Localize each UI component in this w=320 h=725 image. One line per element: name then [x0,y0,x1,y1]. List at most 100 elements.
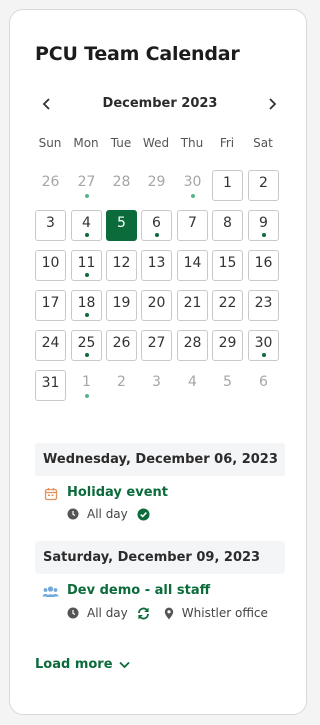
calendar-icon [44,488,58,501]
weekday-header: Thu [180,136,204,150]
calendar-day[interactable]: 26 [106,330,137,361]
day-number: 16 [254,255,273,271]
refresh-icon [137,607,149,619]
next-month-button[interactable] [262,94,282,114]
calendar-day[interactable]: 14 [177,250,208,281]
day-number: 14 [183,255,202,271]
calendar-day[interactable]: 27 [141,330,172,361]
calendar-day[interactable]: 6 [141,210,172,241]
day-number: 25 [77,335,96,351]
event-indicator-dot [84,273,89,277]
calendar-day[interactable]: 13 [141,250,172,281]
day-number: 10 [41,255,60,271]
calendar-day[interactable]: 9 [248,210,279,241]
day-number: 26 [41,174,60,190]
calendar-day[interactable]: 18 [71,290,102,321]
calendar-day-outside: 3 [141,370,172,401]
day-number: 30 [183,174,202,190]
event-indicator-dot [84,353,89,357]
calendar-day[interactable]: 2 [248,170,279,201]
calendar-day-outside: 6 [248,370,279,401]
day-number: 27 [77,174,96,190]
load-more-button[interactable]: Load more [35,657,130,672]
day-number: 28 [112,174,131,190]
day-number: 7 [188,215,197,231]
day-number: 9 [259,215,268,231]
calendar-day[interactable]: 15 [212,250,243,281]
day-number: 5 [223,374,232,390]
calendar-day-outside: 4 [177,370,208,401]
day-number: 15 [218,255,237,271]
calendar-day[interactable]: 12 [106,250,137,281]
day-number: 2 [259,175,268,191]
day-number: 26 [112,335,131,351]
calendar-day[interactable]: 16 [248,250,279,281]
day-number: 20 [147,295,166,311]
weekday-header: Wed [142,136,170,150]
month-label: December 2023 [102,96,218,111]
day-number: 4 [82,215,91,231]
day-number: 5 [117,215,126,231]
day-number: 19 [112,295,131,311]
day-number: 2 [117,374,126,390]
day-number: 4 [188,374,197,390]
calendar-day[interactable]: 24 [35,330,66,361]
calendar-day-outside: 28 [106,170,137,201]
clock-icon [67,607,79,619]
calendar-day[interactable]: 20 [141,290,172,321]
calendar-day[interactable]: 17 [35,290,66,321]
calendar-day[interactable]: 11 [71,250,102,281]
calendar-day-selected[interactable]: 5 [106,210,137,241]
day-number: 1 [223,175,232,191]
map-pin-icon [164,607,173,619]
calendar-day-outside: 2 [106,370,137,401]
day-number: 24 [41,335,60,351]
calendar-day-outside: 27 [71,170,102,201]
calendar-day[interactable]: 23 [248,290,279,321]
event-meta: All day [67,507,150,521]
calendar-day[interactable]: 3 [35,210,66,241]
day-number: 6 [259,374,268,390]
event-time: All day [87,606,128,620]
calendar-day[interactable]: 22 [212,290,243,321]
day-number: 23 [254,295,273,311]
calendar-day[interactable]: 10 [35,250,66,281]
day-number: 13 [147,255,166,271]
calendar-day[interactable]: 28 [177,330,208,361]
calendar-card: PCU Team Calendar December 2023 Sun Mon Tu… [9,9,307,715]
event-indicator-dot [261,233,266,237]
event-indicator-dot [84,233,89,237]
chevron-right-icon [269,98,277,110]
calendar-day[interactable]: 19 [106,290,137,321]
day-number: 6 [152,215,161,231]
users-icon [42,586,59,597]
calendar-day[interactable]: 1 [212,170,243,201]
weekday-header: Sun [38,136,62,150]
chevron-left-icon [42,98,50,110]
calendar-day[interactable]: 7 [177,210,208,241]
calendar-day[interactable]: 21 [177,290,208,321]
event-indicator-dot [261,353,266,357]
load-more-label: Load more [35,657,113,672]
calendar-day[interactable]: 8 [212,210,243,241]
day-number: 17 [41,295,60,311]
event-indicator-dot [84,394,89,398]
agenda-date-header: Saturday, December 09, 2023 [35,541,285,574]
day-number: 31 [41,375,60,391]
calendar-day[interactable]: 29 [212,330,243,361]
weekday-header: Fri [219,136,235,150]
event-title[interactable]: Dev demo - all staff [67,583,210,598]
calendar-day[interactable]: 30 [248,330,279,361]
calendar-title: PCU Team Calendar [35,43,240,65]
day-number: 28 [183,335,202,351]
calendar-day-outside: 26 [35,170,66,201]
prev-month-button[interactable] [37,94,57,114]
calendar-day[interactable]: 25 [71,330,102,361]
day-number: 12 [112,255,131,271]
event-title[interactable]: Holiday event [67,485,168,500]
calendar-day[interactable]: 31 [35,370,66,401]
calendar-day-outside: 5 [212,370,243,401]
calendar-day[interactable]: 4 [71,210,102,241]
agenda-date-header: Wednesday, December 06, 2023 [35,443,285,476]
check-circle-icon [137,508,150,520]
